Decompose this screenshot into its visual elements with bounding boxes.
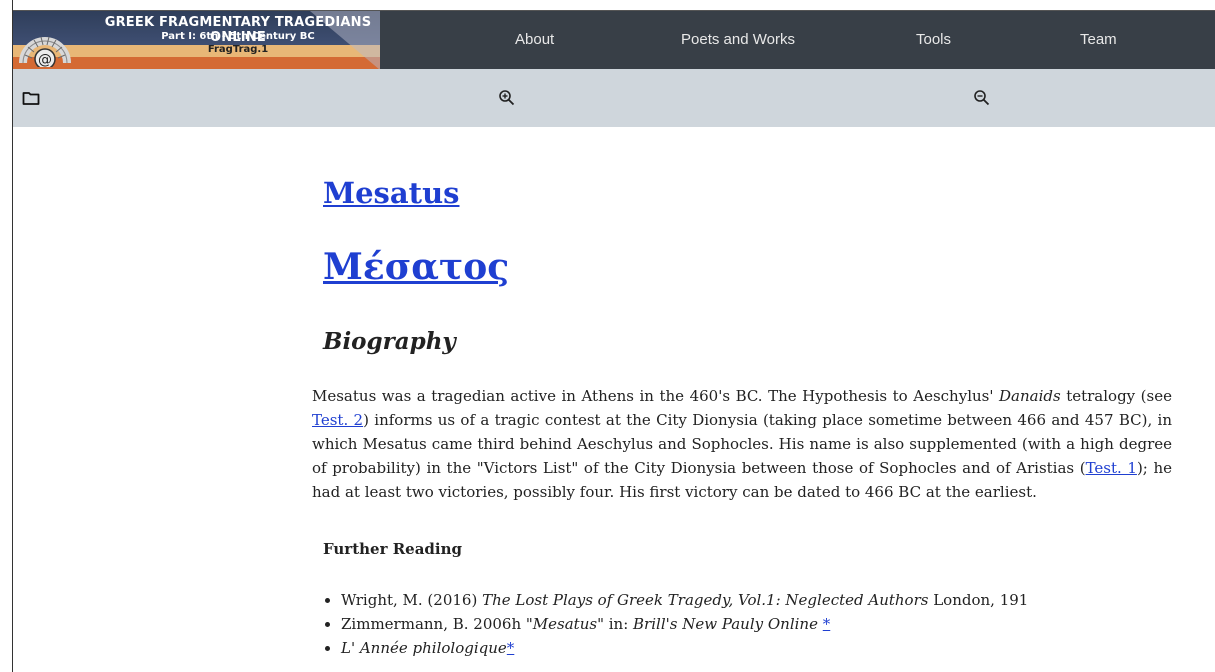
bio-title-danaids: Danaids [999, 387, 1061, 405]
further-reading-heading: Further Reading [323, 540, 463, 558]
folder-icon[interactable] [22, 89, 40, 107]
nav-poets-and-works[interactable]: Poets and Works [681, 31, 795, 48]
nav-team[interactable]: Team [1080, 31, 1117, 48]
biography-paragraph: Mesatus was a tragedian active in Athens… [312, 384, 1172, 504]
ref-link-asterisk[interactable]: * [823, 615, 831, 633]
ref-text: Zimmermann, B. 2006h [341, 615, 526, 633]
bio-text: tetralogy (see [1060, 387, 1172, 405]
poet-name-latin: Mesatus [323, 176, 459, 210]
zoom-out-icon[interactable] [973, 89, 991, 107]
ref-title: Brill's New Pauly Online [633, 615, 818, 633]
reference-list: Wright, M. (2016) The Lost Plays of Gree… [316, 588, 1201, 660]
site-logo[interactable]: @ GREEK FRAGMENTARY TRAGEDIANS ONLINE Pa… [13, 11, 380, 70]
ref-text: Wright, M. (2016) [341, 591, 483, 609]
ref-link-asterisk[interactable]: * [507, 639, 515, 657]
list-item: L' Année philologique* [341, 636, 1201, 660]
zoom-in-icon[interactable] [498, 89, 516, 107]
ref-title: "Mesatus" [525, 615, 604, 633]
ref-text: in: [603, 615, 634, 633]
nav-tools[interactable]: Tools [916, 31, 951, 48]
link-test-2[interactable]: Test. 2 [312, 411, 363, 429]
list-item: Zimmermann, B. 2006h "Mesatus" in: Brill… [341, 612, 1201, 636]
at-emblem-icon: @ [19, 36, 71, 67]
section-heading-biography: Biography [323, 328, 456, 355]
poet-name-greek-link[interactable]: Μέσατος [323, 246, 509, 288]
nav-about[interactable]: About [515, 31, 554, 48]
logo-tag: FragTrag.1 [207, 44, 269, 55]
toolbar [13, 69, 1215, 127]
top-navbar: @ GREEK FRAGMENTARY TRAGEDIANS ONLINE Pa… [13, 10, 1215, 70]
bio-text: ) informs us of a tragic contest at the … [312, 411, 1173, 477]
list-item: Wright, M. (2016) The Lost Plays of Gree… [341, 588, 1201, 612]
ref-title: L' Année philologique [341, 639, 507, 657]
bio-text: Mesatus was a tragedian active in Athens… [312, 387, 999, 405]
svg-text:@: @ [38, 52, 52, 67]
poet-name-latin-link[interactable]: Mesatus [323, 176, 459, 210]
logo-subtitle: Part I: 6th - 5th Century BC [161, 31, 315, 42]
ref-text: London, 191 [928, 591, 1029, 609]
ref-title: The Lost Plays of Greek Tragedy, Vol.1: … [482, 591, 929, 609]
poet-name-greek: Μέσατος [323, 246, 509, 288]
link-test-1[interactable]: Test. 1 [1086, 459, 1137, 477]
